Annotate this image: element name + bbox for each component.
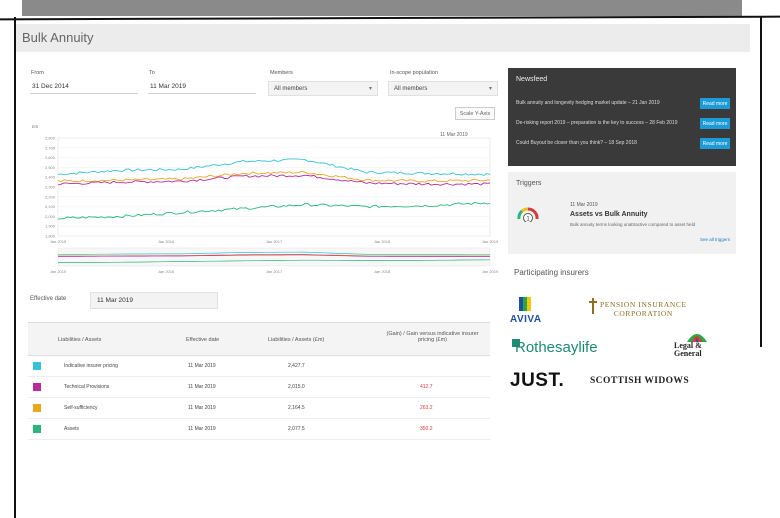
rothesay-logo: Rothesaylife — [515, 339, 598, 356]
in-scope-label: In-scope population — [390, 70, 439, 76]
table-body: Indicative insurer pricing 11 Mar 2019 2,4… — [28, 356, 490, 440]
funding-chart: £m 2,800 2,700 2,600 2,500 2,400 2,300 2,200 2,1… — [28, 120, 499, 280]
row-value: 2,015.0 — [288, 384, 305, 390]
table-row: Self-sufficiency 11 Mar 2019 2,164.5 263.2 — [28, 398, 490, 419]
to-date-input[interactable]: 11 Mar 2019 — [148, 80, 256, 94]
trigger-name[interactable]: Assets vs Bulk Annuity — [570, 211, 648, 218]
to-label: To — [149, 70, 155, 76]
aviva-logo: AVIVA — [510, 314, 542, 325]
x-tick-label: Jan 2015 — [50, 239, 67, 244]
y-tick-label: 2,600 — [45, 155, 56, 160]
scale-y-axis-button[interactable]: Scale Y-Axis — [455, 107, 495, 120]
y-tick-label: 1,900 — [45, 224, 56, 229]
y-tick-label: 2,700 — [45, 145, 56, 150]
row-date: 11 Mar 2019 — [188, 405, 216, 411]
row-gain: 412.7 — [420, 384, 433, 390]
y-tick-label: 2,100 — [45, 204, 56, 209]
row-gain: 263.2 — [420, 405, 433, 411]
pic-logo: PENSION INSURANCE CORPORATION — [600, 300, 687, 318]
chevron-down-icon: ▾ — [368, 86, 372, 92]
trigger-description: Bulk annuity terms looking unattractive … — [570, 222, 696, 227]
frame-line — [14, 17, 16, 518]
read-more-button[interactable]: Read more — [700, 138, 730, 149]
row-gain: 350.2 — [420, 426, 433, 432]
col-header: Liabilities / Assets (£m) — [268, 337, 325, 343]
frame-line — [0, 15, 780, 21]
x-tick-label: Jan 2016 — [158, 239, 175, 244]
chart-date-label: 11 Mar 2019 — [440, 132, 468, 138]
series-color-swatch — [33, 362, 41, 370]
just-logo: JUST. — [510, 370, 565, 391]
pic-logo-mark — [589, 298, 597, 314]
trigger-date: 11 Mar 2019 — [570, 202, 598, 208]
series-color-swatch — [33, 425, 41, 433]
row-value: 2,164.5 — [288, 405, 305, 411]
x-tick-label: Jan 2018 — [374, 239, 391, 244]
y-tick-label: 2,300 — [45, 185, 56, 190]
read-more-button[interactable]: Read more — [700, 98, 730, 109]
scottish-widows-logo: SCOTTISH WIDOWS — [590, 376, 690, 386]
col-header: (Gain) / Gain versus indicative insurer … — [386, 331, 479, 343]
newsfeed-title: Newsfeed — [516, 76, 548, 83]
top-frame-bar — [22, 0, 742, 16]
members-select[interactable]: All members ▾ — [268, 81, 378, 96]
navigator-tick-label: Jan 2015 — [50, 269, 67, 274]
table-header: Liabilities / Assets Effective date Liab… — [28, 322, 490, 356]
page-title: Bulk Annuity — [22, 30, 94, 45]
y-tick-label: 2,400 — [45, 175, 56, 180]
navigator-area — [57, 247, 491, 267]
series-color-swatch — [33, 383, 41, 391]
table-row: Technical Provisions 11 Mar 2019 2,015.0 41… — [28, 377, 490, 398]
effective-date-input[interactable]: 11 Mar 2019 — [90, 292, 218, 309]
news-item[interactable]: Could Buyout be closer than you think? –… — [516, 140, 701, 146]
col-header: Liabilities / Assets — [58, 337, 102, 343]
news-item[interactable]: De-risking report 2019 – preparation is … — [516, 120, 701, 126]
chart-svg: £m 2,800 2,700 2,600 2,500 2,400 2,300 2,200 2,1… — [32, 124, 499, 274]
row-name: Self-sufficiency — [64, 405, 98, 411]
liabilities-table: Liabilities / Assets Effective date Liab… — [28, 322, 490, 440]
frame-line — [760, 17, 762, 347]
navigator-tick-label: Jan 2016 — [158, 269, 175, 274]
row-date: 11 Mar 2019 — [188, 384, 216, 390]
series-color-swatch — [33, 404, 41, 412]
chevron-down-icon: ▾ — [488, 86, 492, 92]
row-value: 2,077.5 — [288, 426, 305, 432]
x-tick-label: Jan 2019 — [482, 239, 498, 244]
y-tick-label: 2,800 — [45, 136, 56, 141]
newsfeed-panel: Newsfeed Bulk annuity and longevity hedg… — [508, 68, 736, 166]
table-row: Assets 11 Mar 2019 2,077.5 350.2 — [28, 419, 490, 440]
y-tick-label: 2,200 — [45, 194, 56, 199]
y-tick-label: 2,500 — [45, 165, 56, 170]
row-name: Indicative insurer pricing — [64, 363, 118, 369]
read-more-button[interactable]: Read more — [700, 118, 730, 129]
col-header: Effective date — [186, 337, 220, 343]
navigator-tick-label: Jan 2018 — [374, 269, 391, 274]
x-tick-label: Jan 2017 — [266, 239, 283, 244]
navigator-tick-label: Jan 2019 — [482, 269, 498, 274]
y-axis-label: £m — [32, 124, 39, 129]
row-date: 11 Mar 2019 — [188, 363, 216, 369]
members-label: Members — [270, 70, 293, 76]
from-label: From — [31, 70, 44, 76]
page-header: Bulk Annuity — [16, 24, 750, 52]
row-value: 2,427.7 — [288, 363, 305, 369]
row-name: Technical Provisions — [64, 384, 110, 390]
y-tick-label: 1,800 — [45, 234, 56, 239]
in-scope-select-value: All members — [394, 86, 428, 92]
from-date-input[interactable]: 31 Dec 2014 — [30, 80, 138, 94]
gauge-icon: 1 — [517, 207, 539, 222]
row-name: Assets — [64, 426, 80, 432]
in-scope-select[interactable]: All members ▾ — [388, 81, 498, 96]
members-select-value: All members — [274, 86, 308, 92]
effective-date-label: Effective date — [30, 296, 67, 302]
legal-general-logo: Legal & General — [674, 341, 702, 358]
navigator-tick-label: Jan 2017 — [266, 269, 283, 274]
see-all-triggers-link[interactable]: See all triggers — [700, 237, 730, 242]
y-tick-label: 2,000 — [45, 214, 56, 219]
table-row: Indicative insurer pricing 11 Mar 2019 2,4… — [28, 356, 490, 377]
triggers-title: Triggers — [516, 180, 542, 187]
participating-insurers-title: Participating insurers — [514, 268, 589, 277]
row-date: 11 Mar 2019 — [188, 426, 216, 432]
news-item[interactable]: Bulk annuity and longevity hedging marke… — [516, 100, 701, 106]
